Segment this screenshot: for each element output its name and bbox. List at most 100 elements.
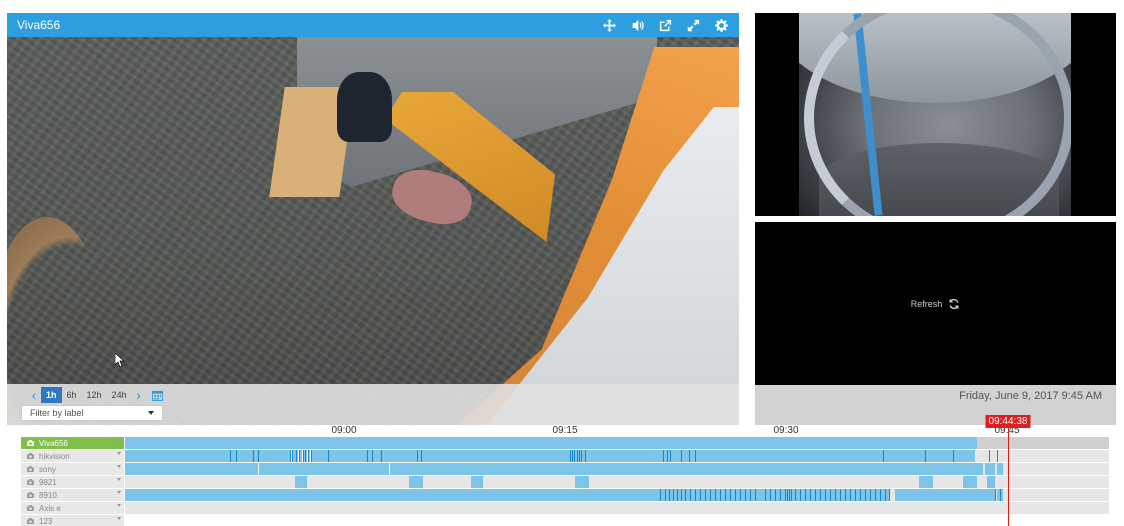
motion-event-mark <box>875 489 876 501</box>
filter-placeholder: Filter by label <box>30 408 84 418</box>
chevron-down-icon <box>148 411 154 415</box>
motion-event-mark <box>825 489 826 501</box>
timeline-row-label[interactable]: 123 <box>21 515 124 526</box>
motion-event-mark <box>705 489 706 501</box>
timeline-ticks: 09:00 09:15 09:30 09:45 <box>7 425 1113 437</box>
motion-event-mark <box>673 489 674 501</box>
motion-event-mark <box>989 450 990 462</box>
timeline-cursor-line[interactable] <box>1008 425 1009 526</box>
video-scene-lens-ring <box>804 13 1071 216</box>
motion-event-mark <box>677 489 678 501</box>
motion-event-mark <box>840 489 841 501</box>
timeline-row-label[interactable]: 8910 <box>21 489 124 501</box>
gear-icon[interactable] <box>713 17 729 33</box>
motion-event-mark <box>995 489 996 501</box>
main-camera-panel: Viva656 ‹ 1h 6h 12h 24h › Filter by labe… <box>7 13 739 425</box>
playback-controls: ‹ 1h 6h 12h 24h › Filter by label <box>7 384 739 425</box>
timeline-current-time: 09:44:38 <box>985 415 1031 428</box>
motion-event-mark <box>311 450 312 462</box>
timeline-row-name: Axis e <box>39 503 61 513</box>
filter-by-label-select[interactable]: Filter by label <box>21 405 163 421</box>
timeline-row-label[interactable]: Viva656 <box>21 437 124 449</box>
timeline-row-name: sony <box>39 464 56 474</box>
motion-event-mark <box>755 489 756 501</box>
motion-event-mark <box>292 450 293 462</box>
motion-event-mark <box>787 489 788 501</box>
recording-segment <box>997 463 1003 475</box>
motion-event-mark <box>689 450 690 462</box>
timeline-recording-track[interactable] <box>125 450 1109 462</box>
motion-event-mark <box>667 450 668 462</box>
motion-event-mark <box>372 450 373 462</box>
motion-event-mark <box>710 489 711 501</box>
timeline-row-label[interactable]: sony <box>21 463 124 475</box>
recording-segment <box>575 476 589 488</box>
motion-event-mark <box>820 489 821 501</box>
camera-icon <box>27 440 34 446</box>
range-6h-button[interactable]: 6h <box>62 387 82 403</box>
range-prev-button[interactable]: ‹ <box>27 387 41 403</box>
timeline-recording-track[interactable] <box>125 502 1109 514</box>
motion-event-mark <box>810 489 811 501</box>
video-scene-chair <box>337 72 392 142</box>
range-1h-button[interactable]: 1h <box>41 387 62 403</box>
timeline-row-name: hikvision <box>39 451 70 461</box>
move-icon[interactable] <box>601 17 617 33</box>
timeline-row-label[interactable]: Axis e <box>21 502 124 514</box>
range-next-button[interactable]: › <box>132 387 146 403</box>
timeline[interactable]: 09:00 09:15 09:30 09:45 09:44:38 Viva656 hik… <box>7 415 1113 526</box>
range-12h-button[interactable]: 12h <box>82 387 107 403</box>
refresh-label: Refresh <box>910 298 943 309</box>
camera-tile-3: Refresh <box>755 222 1116 385</box>
timeline-recording-track[interactable] <box>125 476 1109 488</box>
recording-segment <box>471 476 483 488</box>
timeline-recording-track[interactable] <box>125 437 1109 449</box>
current-date: Friday, June 9, 2017 9:45 AM <box>959 390 1102 402</box>
main-camera-title: Viva656 <box>17 18 61 32</box>
date-bar: Friday, June 9, 2017 9:45 AM <box>755 385 1116 425</box>
range-24h-button[interactable]: 24h <box>107 387 132 403</box>
timeline-row: Viva656 <box>7 437 1113 450</box>
motion-event-mark <box>740 489 741 501</box>
chevron-down-icon[interactable] <box>117 452 121 455</box>
motion-event-mark <box>695 489 696 501</box>
chevron-down-icon[interactable] <box>117 517 121 520</box>
refresh-button[interactable]: Refresh <box>911 298 961 310</box>
motion-event-mark <box>670 450 671 462</box>
recording-gap-mark <box>291 450 292 462</box>
recording-gap-mark <box>307 450 308 462</box>
timeline-row-label[interactable]: 9821 <box>21 476 124 488</box>
motion-event-mark <box>745 489 746 501</box>
chevron-down-icon[interactable] <box>117 439 121 442</box>
timeline-recording-track[interactable] <box>125 489 1109 501</box>
motion-event-mark <box>830 489 831 501</box>
timeline-recording-track[interactable] <box>125 463 1109 475</box>
chevron-down-icon[interactable] <box>117 478 121 481</box>
motion-event-mark <box>681 450 682 462</box>
volume-icon[interactable] <box>629 17 645 33</box>
external-link-icon[interactable] <box>657 17 673 33</box>
timeline-row-label[interactable]: hikvision <box>21 450 124 462</box>
timeline-tick-label: 09:15 <box>552 425 578 436</box>
motion-event-mark <box>735 489 736 501</box>
expand-icon[interactable] <box>685 17 701 33</box>
motion-event-mark <box>925 450 926 462</box>
main-camera-video[interactable] <box>7 37 739 425</box>
camera-tile-2[interactable] <box>755 13 1116 216</box>
timeline-row: hikvision <box>7 450 1113 463</box>
camera-icon <box>27 505 34 511</box>
motion-event-mark <box>880 489 881 501</box>
motion-event-mark <box>765 489 766 501</box>
chevron-down-icon[interactable] <box>117 491 121 494</box>
motion-event-mark <box>700 489 701 501</box>
motion-event-mark <box>805 489 806 501</box>
recording-gap-mark <box>310 450 311 462</box>
motion-event-mark <box>660 489 661 501</box>
timeline-row: 123 <box>7 515 1113 526</box>
motion-event-mark <box>230 450 231 462</box>
recording-gap-mark <box>298 450 299 462</box>
chevron-down-icon[interactable] <box>117 465 121 468</box>
calendar-icon[interactable] <box>151 390 163 401</box>
chevron-down-icon[interactable] <box>117 504 121 507</box>
main-camera-header: Viva656 <box>7 13 739 37</box>
